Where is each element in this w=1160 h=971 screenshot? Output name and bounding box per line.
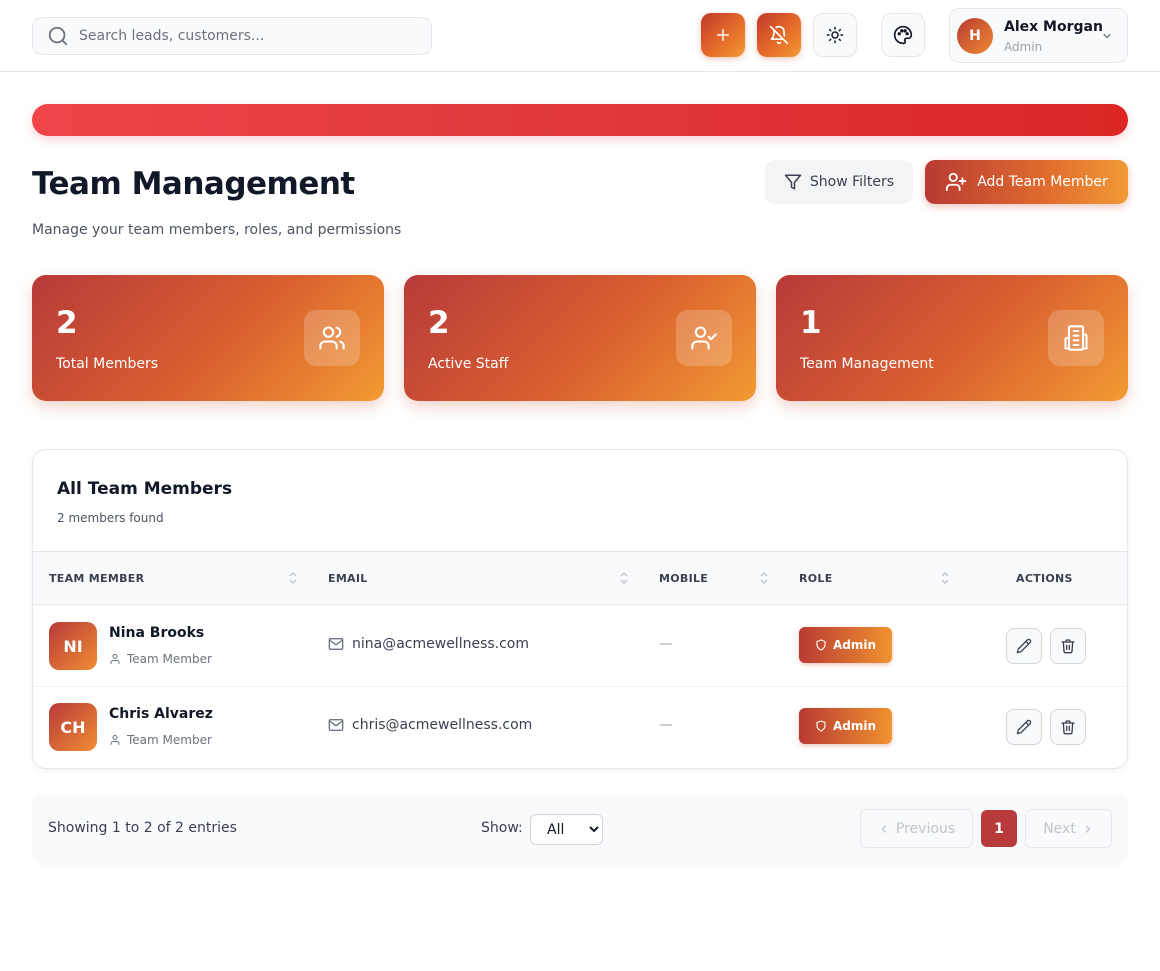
member-name: Nina Brooks [109,625,205,641]
member-name: Chris Alvarez [109,706,213,722]
stat-label: Team Management [800,356,934,372]
member-email-text: nina@acmewellness.com [352,636,530,652]
member-email: nina@acmewellness.com [328,636,529,652]
user-name: Alex Morgan [1004,19,1103,35]
page-1-button[interactable]: 1 [981,810,1017,847]
delete-button[interactable] [1050,709,1086,745]
mail-icon [328,719,344,731]
sort-icon[interactable] [619,571,629,585]
user-icon [110,735,120,745]
search-icon [48,26,68,46]
sort-icon[interactable] [940,571,950,585]
member-type-label: Team Member [127,652,212,666]
column-email[interactable]: EMAIL [328,572,368,585]
edit-button[interactable] [1006,628,1042,664]
member-count: 2 members found [57,511,164,525]
member-email-text: chris@acmewellness.com [352,717,533,733]
column-mobile[interactable]: MOBILE [659,572,708,585]
column-team-member[interactable]: TEAM MEMBER [49,572,144,585]
member-mobile: — [659,717,673,733]
page-subtitle: Manage your team members, roles, and per… [32,222,402,238]
stat-label: Total Members [56,356,159,372]
stat-icon-box [304,310,360,366]
top-bar: H Alex Morgan Admin [0,0,1160,72]
shield-icon [816,720,826,732]
member-type: Team Member [109,733,212,747]
table-row: CH Chris Alvarez Team Member chris@acmew… [33,687,1127,768]
bell-off-icon [769,25,789,45]
chevron-right-icon [1085,824,1091,833]
stat-icon-box [1048,310,1104,366]
next-page-button[interactable]: Next [1025,809,1112,848]
stat-card-team-management: 1 Team Management [776,275,1128,401]
user-icon [110,654,120,664]
showing-entries: Showing 1 to 2 of 2 entries [48,820,237,836]
quick-add-button[interactable] [701,13,745,57]
stat-value: 1 [800,305,822,341]
member-avatar: CH [49,703,97,751]
member-email: chris@acmewellness.com [328,717,532,733]
member-type: Team Member [109,652,212,666]
role-badge-label: Admin [832,638,877,652]
page-size-select[interactable]: All [530,814,603,845]
sort-icon[interactable] [288,571,298,585]
chevron-down-icon [1103,33,1111,39]
member-type-label: Team Member [127,733,212,747]
edit-button[interactable] [1006,709,1042,745]
palette-icon [893,25,913,45]
stat-card-active-staff: 2 Active Staff [404,275,756,401]
palette-button[interactable] [881,13,925,57]
next-label: Next [1043,820,1076,837]
alert-banner [32,104,1128,136]
user-role: Admin [1004,40,1043,54]
team-members-panel: All Team Members 2 members found TEAM ME… [32,449,1128,769]
pagination-bar: Showing 1 to 2 of 2 entries Show: All Pr… [32,793,1128,865]
table-title: All Team Members [57,479,233,499]
avatar: H [957,18,993,54]
pencil-icon [1016,719,1032,735]
column-role[interactable]: ROLE [799,572,833,585]
trash-icon [1061,720,1075,735]
show-filters-label: Show Filters [809,174,895,190]
shield-icon [816,639,826,651]
trash-icon [1061,639,1075,654]
role-badge: Admin [799,627,892,663]
stat-value: 2 [56,305,78,341]
chevron-left-icon [881,824,887,833]
show-label: Show: [481,820,523,836]
plus-icon [717,29,729,41]
delete-button[interactable] [1050,628,1086,664]
building-icon [1064,325,1088,351]
search-input[interactable] [79,28,399,44]
role-badge: Admin [799,708,892,744]
pencil-icon [1016,638,1032,654]
table-header: TEAM MEMBER EMAIL MOBILE ROLE ACTIONS [33,551,1127,605]
stat-card-total-members: 2 Total Members [32,275,384,401]
show-filters-button[interactable]: Show Filters [765,160,913,204]
theme-toggle-button[interactable] [813,13,857,57]
member-mobile: — [659,636,673,652]
stat-value: 2 [428,305,450,341]
user-plus-icon [946,172,967,192]
filter-icon [784,174,802,190]
previous-label: Previous [895,820,956,837]
users-icon [319,326,345,350]
user-menu[interactable]: H Alex Morgan Admin [949,8,1128,63]
page-title: Team Management [32,166,355,202]
mail-icon [328,638,344,650]
stat-label: Active Staff [428,356,509,372]
add-team-member-button[interactable]: Add Team Member [925,160,1128,204]
sun-icon [826,26,844,44]
table-row: NI Nina Brooks Team Member nina@acmewell… [33,606,1127,687]
column-actions: ACTIONS [1016,572,1073,585]
notifications-off-button[interactable] [757,13,801,57]
stat-icon-box [676,310,732,366]
user-check-icon [691,326,717,350]
previous-page-button[interactable]: Previous [860,809,973,848]
role-badge-label: Admin [832,719,877,733]
add-team-member-label: Add Team Member [977,174,1108,190]
member-avatar: NI [49,622,97,670]
sort-icon[interactable] [759,571,769,585]
search-box[interactable] [32,17,432,55]
